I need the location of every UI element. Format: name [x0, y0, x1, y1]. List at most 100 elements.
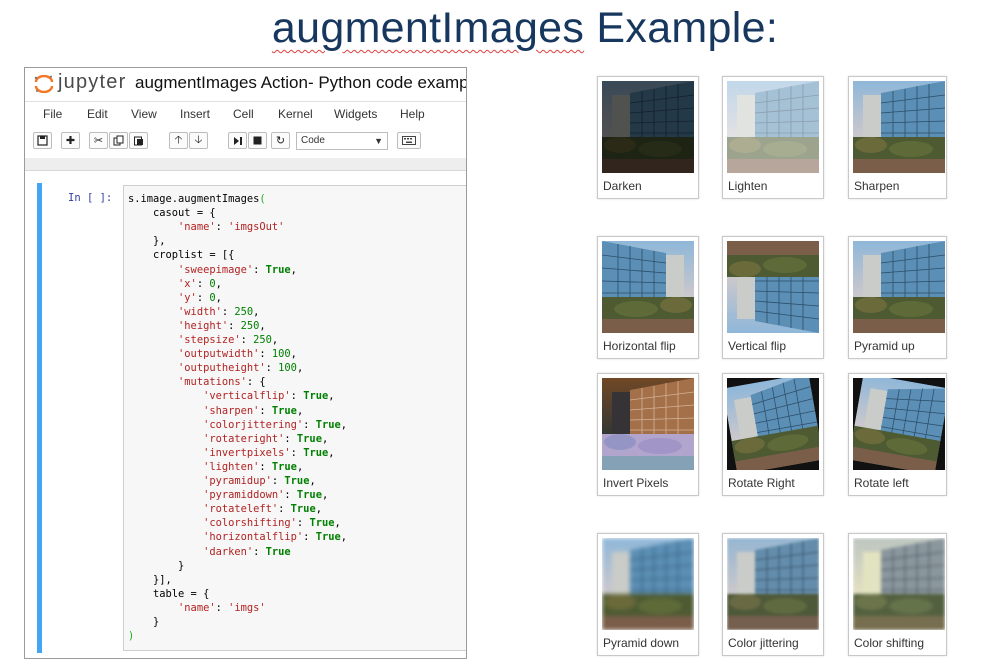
menu-widgets[interactable]: Widgets [334, 107, 377, 121]
code-line: 'outputheight': 100, [178, 362, 304, 375]
stop-icon[interactable] [248, 132, 267, 149]
keyboard-icon[interactable] [397, 132, 421, 149]
code-line: table = { [128, 587, 210, 600]
code-line: 'rotateright': True, [203, 432, 329, 445]
code-line: 'pyramiddown': True, [203, 489, 329, 502]
add-cell-icon[interactable]: ✚ [61, 132, 80, 149]
thumbnail-image [853, 81, 945, 173]
thumbnail-image [602, 378, 694, 470]
code-line: 'pyramidup': True, [203, 475, 316, 487]
code-line: } [128, 616, 160, 628]
thumbnail-label: Vertical flip [728, 339, 787, 353]
code-line: s.image.augmentImages( [128, 193, 266, 205]
code-line: 'verticalflip': True, [203, 390, 335, 403]
thumbnail-card[interactable]: Rotate Right [722, 373, 824, 496]
thumbnail-image [853, 241, 945, 333]
code-line: 'mutations': { [178, 376, 266, 389]
menu-view[interactable]: View [131, 107, 157, 121]
code-line: 'width': 250, [178, 305, 260, 318]
thumbnail-image [727, 241, 819, 333]
thumbnail-label: Horizontal flip [603, 339, 676, 353]
code-line: }, [128, 235, 166, 248]
code-cell[interactable]: In [ ]: s.image.augmentImages( casout = … [37, 183, 466, 653]
code-line: 'height': 250, [178, 319, 266, 332]
thumbnail-label: Color shifting [854, 636, 925, 650]
code-line: 'stepsize': 250, [178, 334, 279, 346]
thumbnail-label: Pyramid up [854, 339, 915, 353]
menu-edit[interactable]: Edit [87, 107, 108, 121]
thumbnail-card[interactable]: Sharpen [848, 76, 947, 199]
menu-help[interactable]: Help [400, 107, 425, 121]
menu-bar: File Edit View Insert Cell Kernel Widget… [25, 101, 466, 126]
cut-icon[interactable]: ✂ [89, 132, 108, 149]
cell-prompt: In [ ]: [68, 192, 113, 204]
thumbnail-label: Color jittering [728, 636, 799, 650]
thumbnail-card[interactable]: Lighten [722, 76, 824, 199]
thumbnail-card[interactable]: Darken [597, 76, 699, 199]
run-icon[interactable] [228, 132, 247, 149]
thumbnail-image [727, 378, 819, 470]
slide-title: augmentImages Example: [0, 4, 999, 53]
code-line: casout = { [128, 207, 216, 220]
chevron-down-icon: ▼ [374, 136, 383, 146]
thumbnail-card[interactable]: Rotate left [848, 373, 947, 496]
restart-icon[interactable]: ↻ [271, 132, 290, 149]
thumbnail-card[interactable]: Invert Pixels [597, 373, 699, 496]
menu-file[interactable]: File [43, 107, 62, 121]
code-line: 'invertpixels': True, [203, 446, 335, 459]
move-up-icon[interactable]: 🡡 [169, 132, 188, 149]
thumbnail-card[interactable]: Color jittering [722, 533, 824, 656]
code-line: 'rotateleft': True, [203, 503, 322, 516]
code-line: 'sharpen': True, [203, 404, 304, 417]
thumbnail-card[interactable]: Vertical flip [722, 236, 824, 359]
thumbnail-image [602, 81, 694, 173]
code-line: croplist = [{ [128, 249, 235, 262]
code-line: 'colorshifting': True, [203, 517, 341, 530]
code-line: 'y': 0, [178, 291, 222, 304]
code-line: 'name': 'imgs' [178, 601, 266, 614]
code-line: 'outputwidth': 100, [178, 348, 297, 361]
code-line: }], [128, 573, 172, 586]
move-down-icon[interactable]: 🡣 [189, 132, 208, 149]
slide-title-underlined: augmentImages [271, 4, 585, 52]
code-line: ) [128, 630, 135, 643]
code-editor[interactable]: s.image.augmentImages( casout = { 'name'… [123, 185, 466, 651]
jupyter-logo-text: jupyter [58, 71, 127, 93]
jupyter-logo-icon[interactable] [33, 74, 55, 94]
slide-title-rest: Example: [584, 4, 779, 52]
jupyter-window: jupyter augmentImages Action- Python cod… [24, 67, 467, 659]
thumbnail-label: Darken [603, 179, 642, 193]
save-icon[interactable] [33, 132, 52, 149]
code-line: } [128, 559, 185, 572]
thumbnail-label: Rotate left [854, 476, 909, 490]
thumbnail-image [727, 538, 819, 630]
code-line: 'horizontalflip': True, [203, 531, 347, 544]
thumbnail-label: Sharpen [854, 179, 900, 193]
thumbnail-image [602, 241, 694, 333]
thumbnail-card[interactable]: Pyramid up [848, 236, 947, 359]
copy-icon[interactable] [109, 132, 128, 149]
toolbar-divider [25, 158, 466, 171]
toolbar: ✚ ✂ 🡡 🡣 ↻ Code ▼ [25, 130, 466, 156]
thumbnail-card[interactable]: Horizontal flip [597, 236, 699, 359]
thumbnail-image [602, 538, 694, 630]
cell-type-select[interactable]: Code ▼ [296, 132, 388, 150]
menu-insert[interactable]: Insert [180, 107, 210, 121]
code-line: 'name': 'imgsOut' [178, 221, 285, 234]
jupyter-header: jupyter augmentImages Action- Python cod… [25, 68, 466, 98]
code-line: 'lighten': True, [203, 460, 304, 473]
thumbnail-card[interactable]: Color shifting [848, 533, 947, 656]
thumbnail-label: Invert Pixels [603, 476, 669, 490]
menu-cell[interactable]: Cell [233, 107, 254, 121]
code-line: 'sweepimage': True, [178, 263, 297, 276]
cell-type-value: Code [301, 135, 325, 146]
thumbnail-label: Rotate Right [728, 476, 795, 490]
code-line: 'darken': True [203, 545, 291, 558]
thumbnail-card[interactable]: Pyramid down [597, 533, 699, 656]
notebook-title[interactable]: augmentImages Action- Python code exampl… [135, 73, 466, 93]
paste-icon[interactable] [129, 132, 148, 149]
code-line: 'colorjittering': True, [203, 418, 347, 431]
menu-kernel[interactable]: Kernel [278, 107, 313, 121]
thumbnail-image [853, 378, 945, 470]
thumbnail-image [727, 81, 819, 173]
